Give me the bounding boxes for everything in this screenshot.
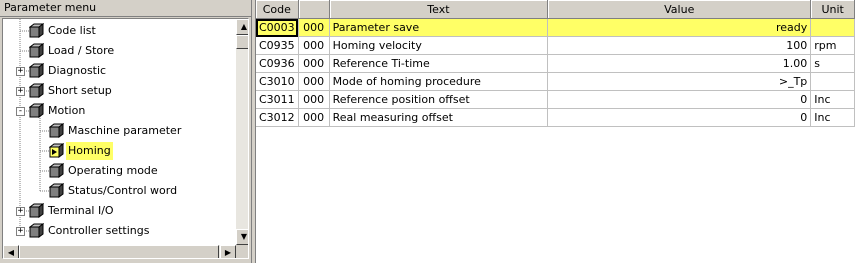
table-row[interactable]: C3011 000 Reference position offset 0 Inc — [256, 90, 855, 109]
cell-sub[interactable]: 000 — [298, 18, 330, 37]
cell-text[interactable]: Reference position offset — [329, 90, 549, 109]
expand-icon[interactable]: + — [16, 87, 25, 96]
cell-text[interactable]: Real measuring offset — [329, 108, 549, 127]
cell-code[interactable]: C3010 — [256, 72, 299, 91]
cell-unit[interactable] — [810, 72, 855, 91]
column-header-unit[interactable]: Unit — [810, 0, 855, 19]
cell-value[interactable]: 1.00 — [547, 54, 812, 73]
scroll-up-button[interactable]: ▲ — [236, 19, 248, 35]
tree-item-label: Controller settings — [48, 224, 150, 237]
cell-code[interactable]: C0936 — [256, 54, 299, 73]
module-icon — [49, 123, 64, 138]
module-icon — [29, 83, 44, 98]
module-icon — [29, 223, 44, 238]
cell-sub[interactable]: 000 — [298, 108, 330, 127]
expand-icon[interactable]: + — [16, 67, 25, 76]
table-row[interactable]: C0003 000 Parameter save ready — [256, 18, 855, 37]
parameter-menu-panel: Parameter menu Code list Load / Store + Dia… — [0, 0, 252, 263]
parameter-table: Code Text Value Unit C0003 000 Parameter s… — [256, 0, 855, 127]
tree-item-label: Short setup — [48, 84, 112, 97]
expand-icon[interactable]: + — [16, 227, 25, 236]
cell-unit[interactable]: rpm — [810, 36, 855, 55]
cell-unit[interactable]: Inc — [810, 90, 855, 109]
scrollbar-corner — [236, 245, 248, 258]
cell-text[interactable]: Homing velocity — [329, 36, 549, 55]
cell-code[interactable]: C3012 — [256, 108, 299, 127]
module-icon — [49, 183, 64, 198]
parameter-tree: Code list Load / Store + Diagnostic + Short s… — [2, 18, 249, 259]
cell-value[interactable]: 0 — [547, 90, 812, 109]
tree-item-label: Code list — [48, 24, 96, 37]
cell-value[interactable]: 0 — [547, 108, 812, 127]
cell-text[interactable]: Reference Ti-time — [329, 54, 549, 73]
tree-item-label: Terminal I/O — [48, 204, 114, 217]
module-icon — [29, 63, 44, 78]
cell-unit[interactable] — [810, 18, 855, 37]
cell-code[interactable]: C0935 — [256, 36, 299, 55]
cell-text[interactable]: Parameter save — [329, 18, 549, 37]
vertical-scroll-thumb[interactable] — [236, 35, 248, 49]
module-icon — [29, 103, 44, 118]
table-row[interactable]: C3012 000 Real measuring offset 0 Inc — [256, 108, 855, 127]
tree-item-label: Motion — [48, 104, 86, 117]
horizontal-scroll-thumb[interactable] — [19, 245, 219, 258]
cell-sub[interactable]: 000 — [298, 54, 330, 73]
column-header-code[interactable]: Code — [256, 0, 299, 19]
cell-value[interactable]: ready — [547, 18, 812, 37]
parameter-table-panel: Code Text Value Unit C0003 000 Parameter s… — [255, 0, 855, 263]
vertical-scrollbar[interactable]: ▲ ▼ — [236, 19, 248, 245]
cell-code[interactable]: C0003 — [256, 18, 299, 37]
module-icon — [29, 203, 44, 218]
cell-sub[interactable]: 000 — [298, 72, 330, 91]
cell-unit[interactable]: Inc — [810, 108, 855, 127]
scroll-left-button[interactable]: ◀ — [3, 245, 19, 258]
column-header-text[interactable]: Text — [329, 0, 549, 19]
cell-sub[interactable]: 000 — [298, 36, 330, 55]
tree-item-label: Operating mode — [68, 164, 158, 177]
tree-item-label: Load / Store — [48, 44, 115, 57]
active-module-icon — [49, 143, 64, 158]
cell-value[interactable]: 100 — [547, 36, 812, 55]
tree-item-label: Diagnostic — [48, 64, 107, 77]
scroll-down-button[interactable]: ▼ — [236, 229, 248, 245]
expand-icon[interactable]: + — [16, 207, 25, 216]
column-header-sub[interactable] — [298, 0, 330, 19]
module-icon — [29, 43, 44, 58]
table-row[interactable]: C3010 000 Mode of homing procedure >_Tp — [256, 72, 855, 91]
collapse-icon[interactable]: - — [16, 107, 25, 116]
column-header-value[interactable]: Value — [547, 0, 812, 19]
scroll-right-button[interactable]: ▶ — [220, 245, 236, 258]
tree-item-label: Homing — [66, 142, 113, 160]
table-row[interactable]: C0935 000 Homing velocity 100 rpm — [256, 36, 855, 55]
module-icon — [29, 23, 44, 38]
module-icon — [49, 163, 64, 178]
tree-item-label: Status/Control word — [68, 184, 178, 197]
cell-text[interactable]: Mode of homing procedure — [329, 72, 549, 91]
table-row[interactable]: C0936 000 Reference Ti-time 1.00 s — [256, 54, 855, 73]
tree-item-label: Maschine parameter — [68, 124, 182, 137]
table-header-row: Code Text Value Unit — [256, 0, 855, 19]
cell-unit[interactable]: s — [810, 54, 855, 73]
cell-sub[interactable]: 000 — [298, 90, 330, 109]
horizontal-scrollbar[interactable]: ◀ ▶ — [3, 245, 236, 258]
parameter-menu-title: Parameter menu — [0, 0, 251, 17]
cell-code[interactable]: C3011 — [256, 90, 299, 109]
cell-value[interactable]: >_Tp — [547, 72, 812, 91]
